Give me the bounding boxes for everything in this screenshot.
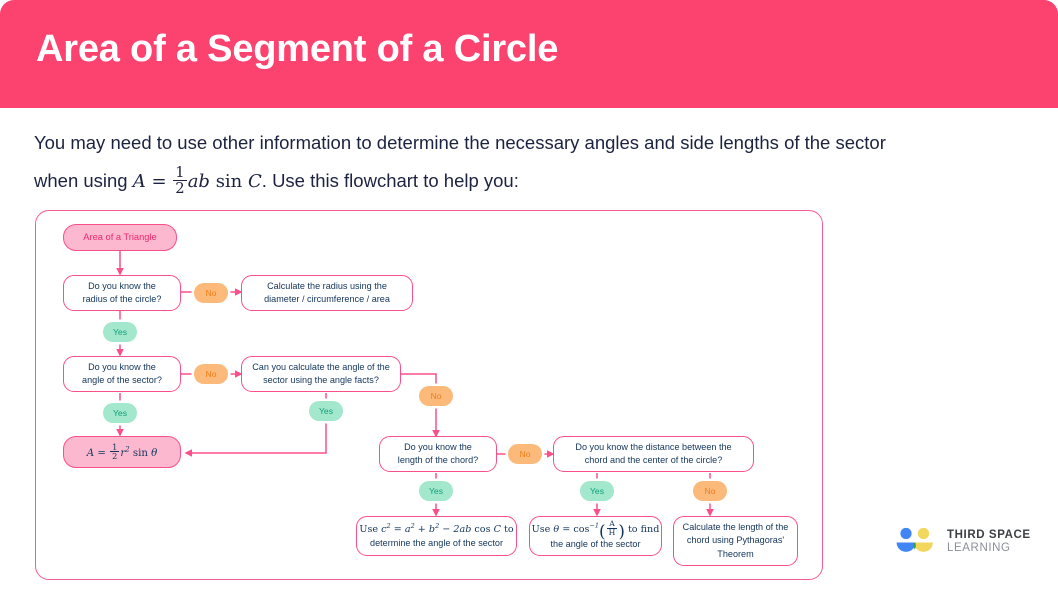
badge-yes-radius[interactable]: Yes xyxy=(103,322,137,342)
flow-node-question-radius-line1: Do you know the xyxy=(88,280,156,291)
flow-node-result-area-formula[interactable]: A = 1 2 r2 sin θ xyxy=(63,436,181,468)
flow-node-question-radius-line2: radius of the circle? xyxy=(82,294,162,304)
flow-node-result-area-formula-math: A = 1 2 r2 sin θ xyxy=(86,441,158,461)
flow-node-question-angle-facts-line1: Can you calculate the angle of the xyxy=(252,361,390,372)
badge-no-distance[interactable]: No xyxy=(693,481,727,501)
flow-node-use-pythagoras-line2: chord using Pythagoras' xyxy=(686,535,785,546)
flow-node-question-distance-line2: chord and the center of the circle? xyxy=(584,455,723,465)
flow-node-question-chord[interactable]: Do you know the length of the chord? xyxy=(379,436,497,472)
flowchart-card: Area of a Triangle Do you know the radiu… xyxy=(35,210,823,580)
badge-yes-distance[interactable]: Yes xyxy=(580,481,614,501)
badge-no-chord[interactable]: No xyxy=(508,444,542,464)
flow-node-use-cosine-rule-math: Use c2 = a2 + b2 − 2ab cos C to xyxy=(359,521,514,536)
flow-node-use-pythagoras[interactable]: Calculate the length of the chord using … xyxy=(673,516,798,566)
intro-text-part3: . Use this flowchart to help you: xyxy=(261,170,519,191)
badge-no-angle[interactable]: No xyxy=(194,364,228,384)
badge-yes-angle-facts[interactable]: Yes xyxy=(309,401,343,421)
flow-node-question-angle-line2: angle of the sector? xyxy=(82,375,162,385)
brand-logo-text: THIRD SPACE LEARNING xyxy=(947,529,1031,555)
badge-yes-chord[interactable]: Yes xyxy=(419,481,453,501)
flow-node-start[interactable]: Area of a Triangle xyxy=(63,224,177,251)
brand-logo-line2: LEARNING xyxy=(947,542,1011,554)
page-title: Area of a Segment of a Circle xyxy=(36,28,559,70)
intro-text-part2: when using xyxy=(34,170,128,191)
badge-yes-angle[interactable]: Yes xyxy=(103,403,137,423)
brand-logo-line1: THIRD SPACE xyxy=(947,529,1031,542)
flow-node-calculate-radius[interactable]: Calculate the radius using the diameter … xyxy=(241,275,413,311)
flow-node-question-angle-facts[interactable]: Can you calculate the angle of the secto… xyxy=(241,356,401,392)
flow-node-question-radius[interactable]: Do you know the radius of the circle? xyxy=(63,275,181,311)
brand-logo: THIRD SPACE LEARNING xyxy=(893,521,1043,563)
flow-node-question-chord-line2: length of the chord? xyxy=(397,455,479,465)
flow-node-question-angle-facts-line2: sector using the angle facts? xyxy=(263,375,379,385)
flow-node-question-distance-line1: Do you know the distance between the xyxy=(575,441,732,452)
flow-node-use-pythagoras-line3: Theorem xyxy=(717,548,754,559)
flow-node-question-angle[interactable]: Do you know the angle of the sector? xyxy=(63,356,181,392)
intro-text-part1: You may need to use other information to… xyxy=(34,132,886,153)
badge-no-angle-facts[interactable]: No xyxy=(419,386,453,406)
flow-node-question-distance[interactable]: Do you know the distance between the cho… xyxy=(553,436,754,472)
flow-node-use-cosine-rule[interactable]: Use c2 = a2 + b2 − 2ab cos C to determin… xyxy=(356,516,517,556)
flow-node-calculate-radius-line1: Calculate the radius using the xyxy=(267,280,387,291)
flow-node-start-label: Area of a Triangle xyxy=(83,231,157,242)
flow-node-question-angle-line1: Do you know the xyxy=(88,361,156,372)
badge-no-radius[interactable]: No xyxy=(194,283,228,303)
third-space-learning-logo-icon xyxy=(893,527,939,557)
flow-node-use-arccos-math: Use θ = cos−1(A H) to find xyxy=(531,519,660,542)
flow-node-use-arccos-line2: the angle of the sector xyxy=(550,539,641,550)
slide-page: Area of a Segment of a Circle You may ne… xyxy=(0,0,1058,599)
flow-node-use-pythagoras-line1: Calculate the length of the xyxy=(682,522,789,533)
flow-node-calculate-radius-line2: diameter / circumference / area xyxy=(264,294,390,304)
flowchart-canvas: Area of a Triangle Do you know the radiu… xyxy=(36,211,824,581)
flow-node-use-arccos[interactable]: Use θ = cos−1(A H) to find the angle of t… xyxy=(529,516,662,556)
intro-paragraph: You may need to use other information to… xyxy=(34,124,1044,201)
intro-formula: A = 1 2 ab sin C xyxy=(132,164,262,198)
flow-node-question-chord-line1: Do you know the xyxy=(404,441,472,452)
flow-node-use-cosine-rule-line2: determine the angle of the sector xyxy=(370,537,503,548)
